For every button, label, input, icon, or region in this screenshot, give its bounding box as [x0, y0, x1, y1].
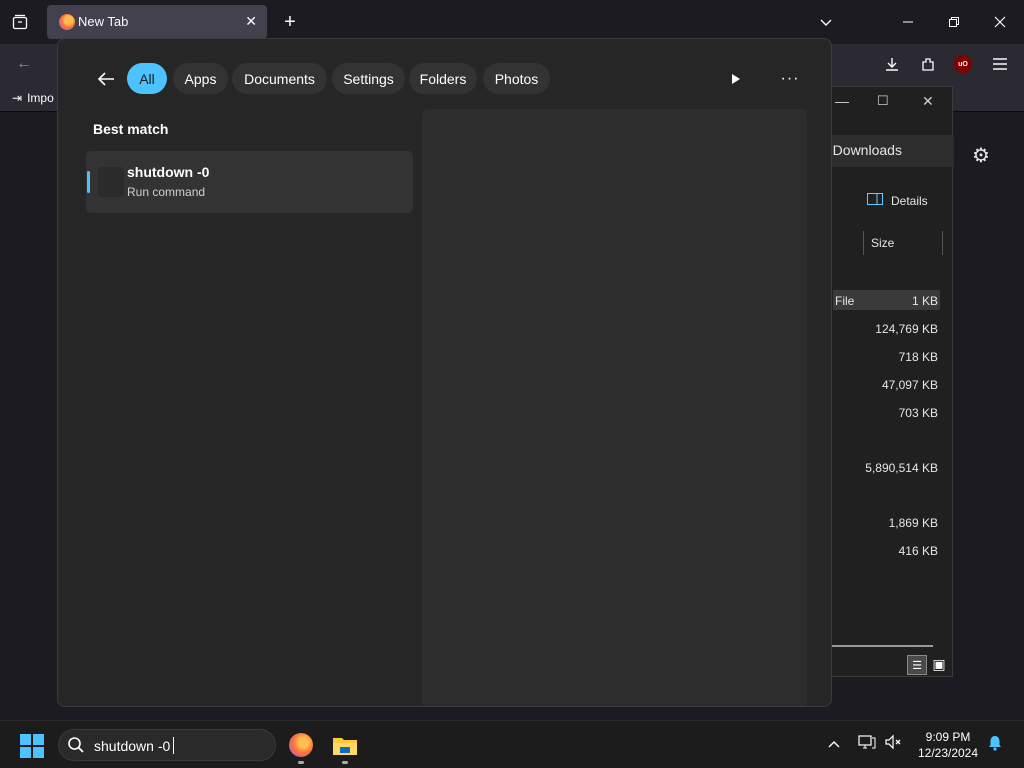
minimize-icon[interactable]: —: [835, 93, 849, 109]
details-button[interactable]: Details: [867, 193, 928, 208]
preview-pane: [422, 109, 807, 706]
tab-overview-icon[interactable]: [10, 12, 30, 32]
filter-settings[interactable]: Settings: [332, 63, 405, 94]
file-size: 47,097 KB: [881, 378, 938, 392]
tab-new-tab[interactable]: New Tab ✕: [47, 5, 267, 39]
selection-indicator: [87, 171, 90, 193]
ublock-icon[interactable]: uO: [954, 55, 972, 73]
file-row[interactable]: 5,890,514 KB: [833, 457, 940, 477]
details-view-icon[interactable]: ☰: [907, 655, 927, 675]
volume-muted-icon[interactable]: [884, 734, 902, 755]
search-flyout: All Apps Documents Settings Folders Photos ··…: [57, 38, 832, 707]
horizontal-scrollbar[interactable]: [821, 645, 933, 647]
filter-all[interactable]: All: [127, 63, 167, 94]
close-tab-icon[interactable]: ✕: [245, 13, 257, 30]
file-type: File: [835, 294, 855, 308]
best-match-result[interactable]: shutdown -0 Run command: [86, 151, 413, 213]
tiles-view-icon[interactable]: ▣: [930, 655, 948, 673]
file-size: 124,769 KB: [875, 322, 938, 336]
close-window-button[interactable]: [990, 12, 1010, 32]
clock-date: 12/23/2024: [917, 746, 979, 760]
file-size: 1,869 KB: [888, 516, 938, 530]
menu-icon[interactable]: [990, 54, 1010, 74]
details-label: Details: [891, 193, 928, 208]
play-icon[interactable]: [724, 67, 748, 91]
notification-bell-icon[interactable]: [987, 735, 1003, 756]
firefox-icon: [59, 14, 75, 30]
tab-list-chevron-icon[interactable]: [816, 12, 836, 32]
new-tab-button[interactable]: +: [280, 11, 300, 33]
taskbar-search-box[interactable]: shutdown -0: [58, 729, 276, 761]
explorer-search-text: h Downloads: [821, 142, 902, 158]
file-row[interactable]: File 1 KB: [833, 290, 940, 310]
search-icon: [67, 736, 85, 759]
taskbar: shutdown -0 9:09 PM 12/23/2024: [0, 720, 1024, 768]
file-explorer-taskbar-icon[interactable]: [329, 729, 361, 764]
file-row[interactable]: 47,097 KB: [833, 374, 940, 394]
network-icon[interactable]: [858, 734, 876, 755]
file-size: 1 KB: [911, 294, 938, 308]
windows-start-icon[interactable]: [20, 734, 44, 758]
size-column-header[interactable]: Size: [863, 231, 943, 255]
run-command-icon: [98, 167, 124, 197]
gear-icon[interactable]: ⚙: [972, 143, 990, 168]
file-explorer-window: — ☐ ✕ h Downloads Details Size File 1 KB 1…: [820, 86, 954, 677]
details-pane-icon: [867, 193, 883, 208]
more-options-icon[interactable]: ···: [778, 67, 802, 91]
file-row[interactable]: 416 KB: [833, 540, 940, 560]
file-row[interactable]: 703 KB: [833, 402, 940, 422]
filter-apps[interactable]: Apps: [173, 63, 228, 94]
import-bookmarks-label: Impo: [27, 91, 54, 105]
file-size: 416 KB: [898, 544, 938, 558]
show-hidden-icons-chevron[interactable]: [828, 735, 840, 751]
explorer-search-box[interactable]: h Downloads: [821, 135, 954, 167]
file-size: 718 KB: [898, 350, 938, 364]
best-match-label: Best match: [93, 121, 169, 137]
clock[interactable]: 9:09 PM 12/23/2024: [915, 729, 981, 761]
tab-title: New Tab: [78, 14, 129, 29]
restore-button[interactable]: [944, 12, 964, 32]
import-bookmarks-link[interactable]: ⇥ Impo: [12, 91, 54, 105]
clock-time: 9:09 PM: [925, 730, 971, 744]
import-icon: ⇥: [12, 91, 23, 105]
maximize-icon[interactable]: ☐: [877, 93, 889, 109]
filter-documents[interactable]: Documents: [232, 63, 327, 94]
taskbar-search-value: shutdown -0: [94, 738, 171, 754]
close-icon[interactable]: ✕: [922, 93, 934, 110]
filter-photos[interactable]: Photos: [483, 63, 550, 94]
download-icon[interactable]: [882, 54, 902, 74]
file-size: 703 KB: [898, 406, 938, 420]
minimize-button[interactable]: [898, 12, 918, 32]
file-row[interactable]: 1,869 KB: [833, 512, 940, 532]
result-subtitle: Run command: [127, 185, 206, 199]
file-row[interactable]: 718 KB: [833, 346, 940, 366]
file-row[interactable]: 124,769 KB: [833, 318, 940, 338]
extensions-icon[interactable]: [918, 54, 938, 74]
back-arrow-icon[interactable]: [94, 67, 118, 91]
file-size: 5,890,514 KB: [865, 461, 938, 475]
filter-folders[interactable]: Folders: [409, 63, 477, 94]
result-name: shutdown -0: [127, 164, 210, 180]
back-icon[interactable]: ←: [14, 54, 34, 74]
firefox-taskbar-icon[interactable]: [285, 729, 317, 764]
text-caret: [173, 737, 174, 754]
